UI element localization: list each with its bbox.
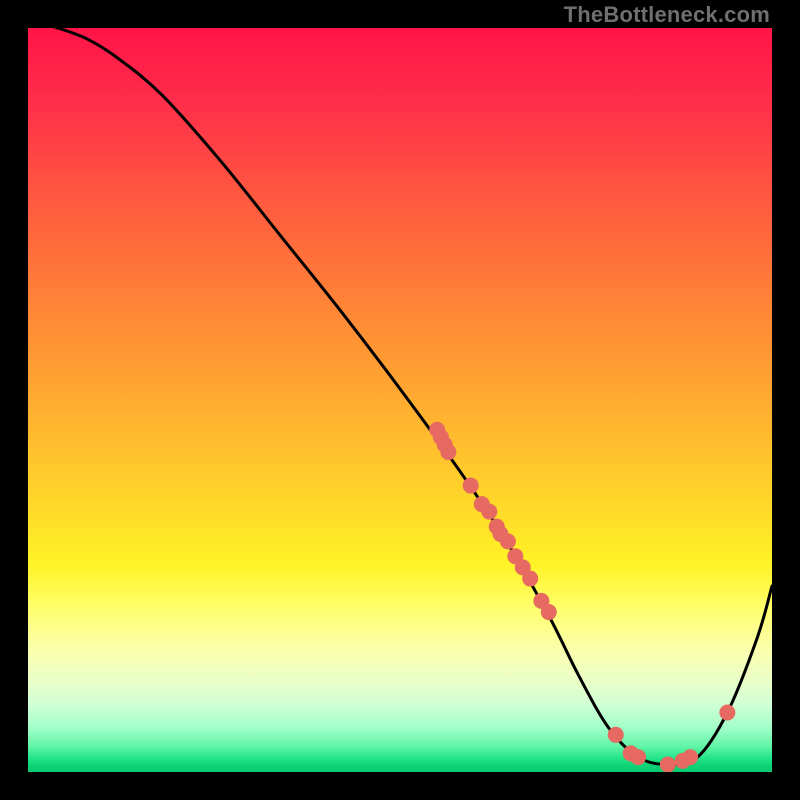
data-point bbox=[541, 604, 557, 620]
data-point bbox=[440, 444, 456, 460]
data-point bbox=[500, 533, 516, 549]
data-points-group bbox=[429, 422, 735, 772]
data-point bbox=[719, 704, 735, 720]
data-point bbox=[630, 749, 646, 765]
data-point bbox=[660, 757, 676, 772]
chart-container bbox=[28, 28, 772, 772]
bottleneck-curve bbox=[28, 28, 772, 765]
data-point bbox=[608, 727, 624, 743]
data-point bbox=[682, 749, 698, 765]
watermark-text: TheBottleneck.com bbox=[564, 2, 770, 28]
data-point bbox=[481, 504, 497, 520]
chart-svg-overlay bbox=[28, 28, 772, 772]
data-point bbox=[522, 571, 538, 587]
data-point bbox=[463, 478, 479, 494]
